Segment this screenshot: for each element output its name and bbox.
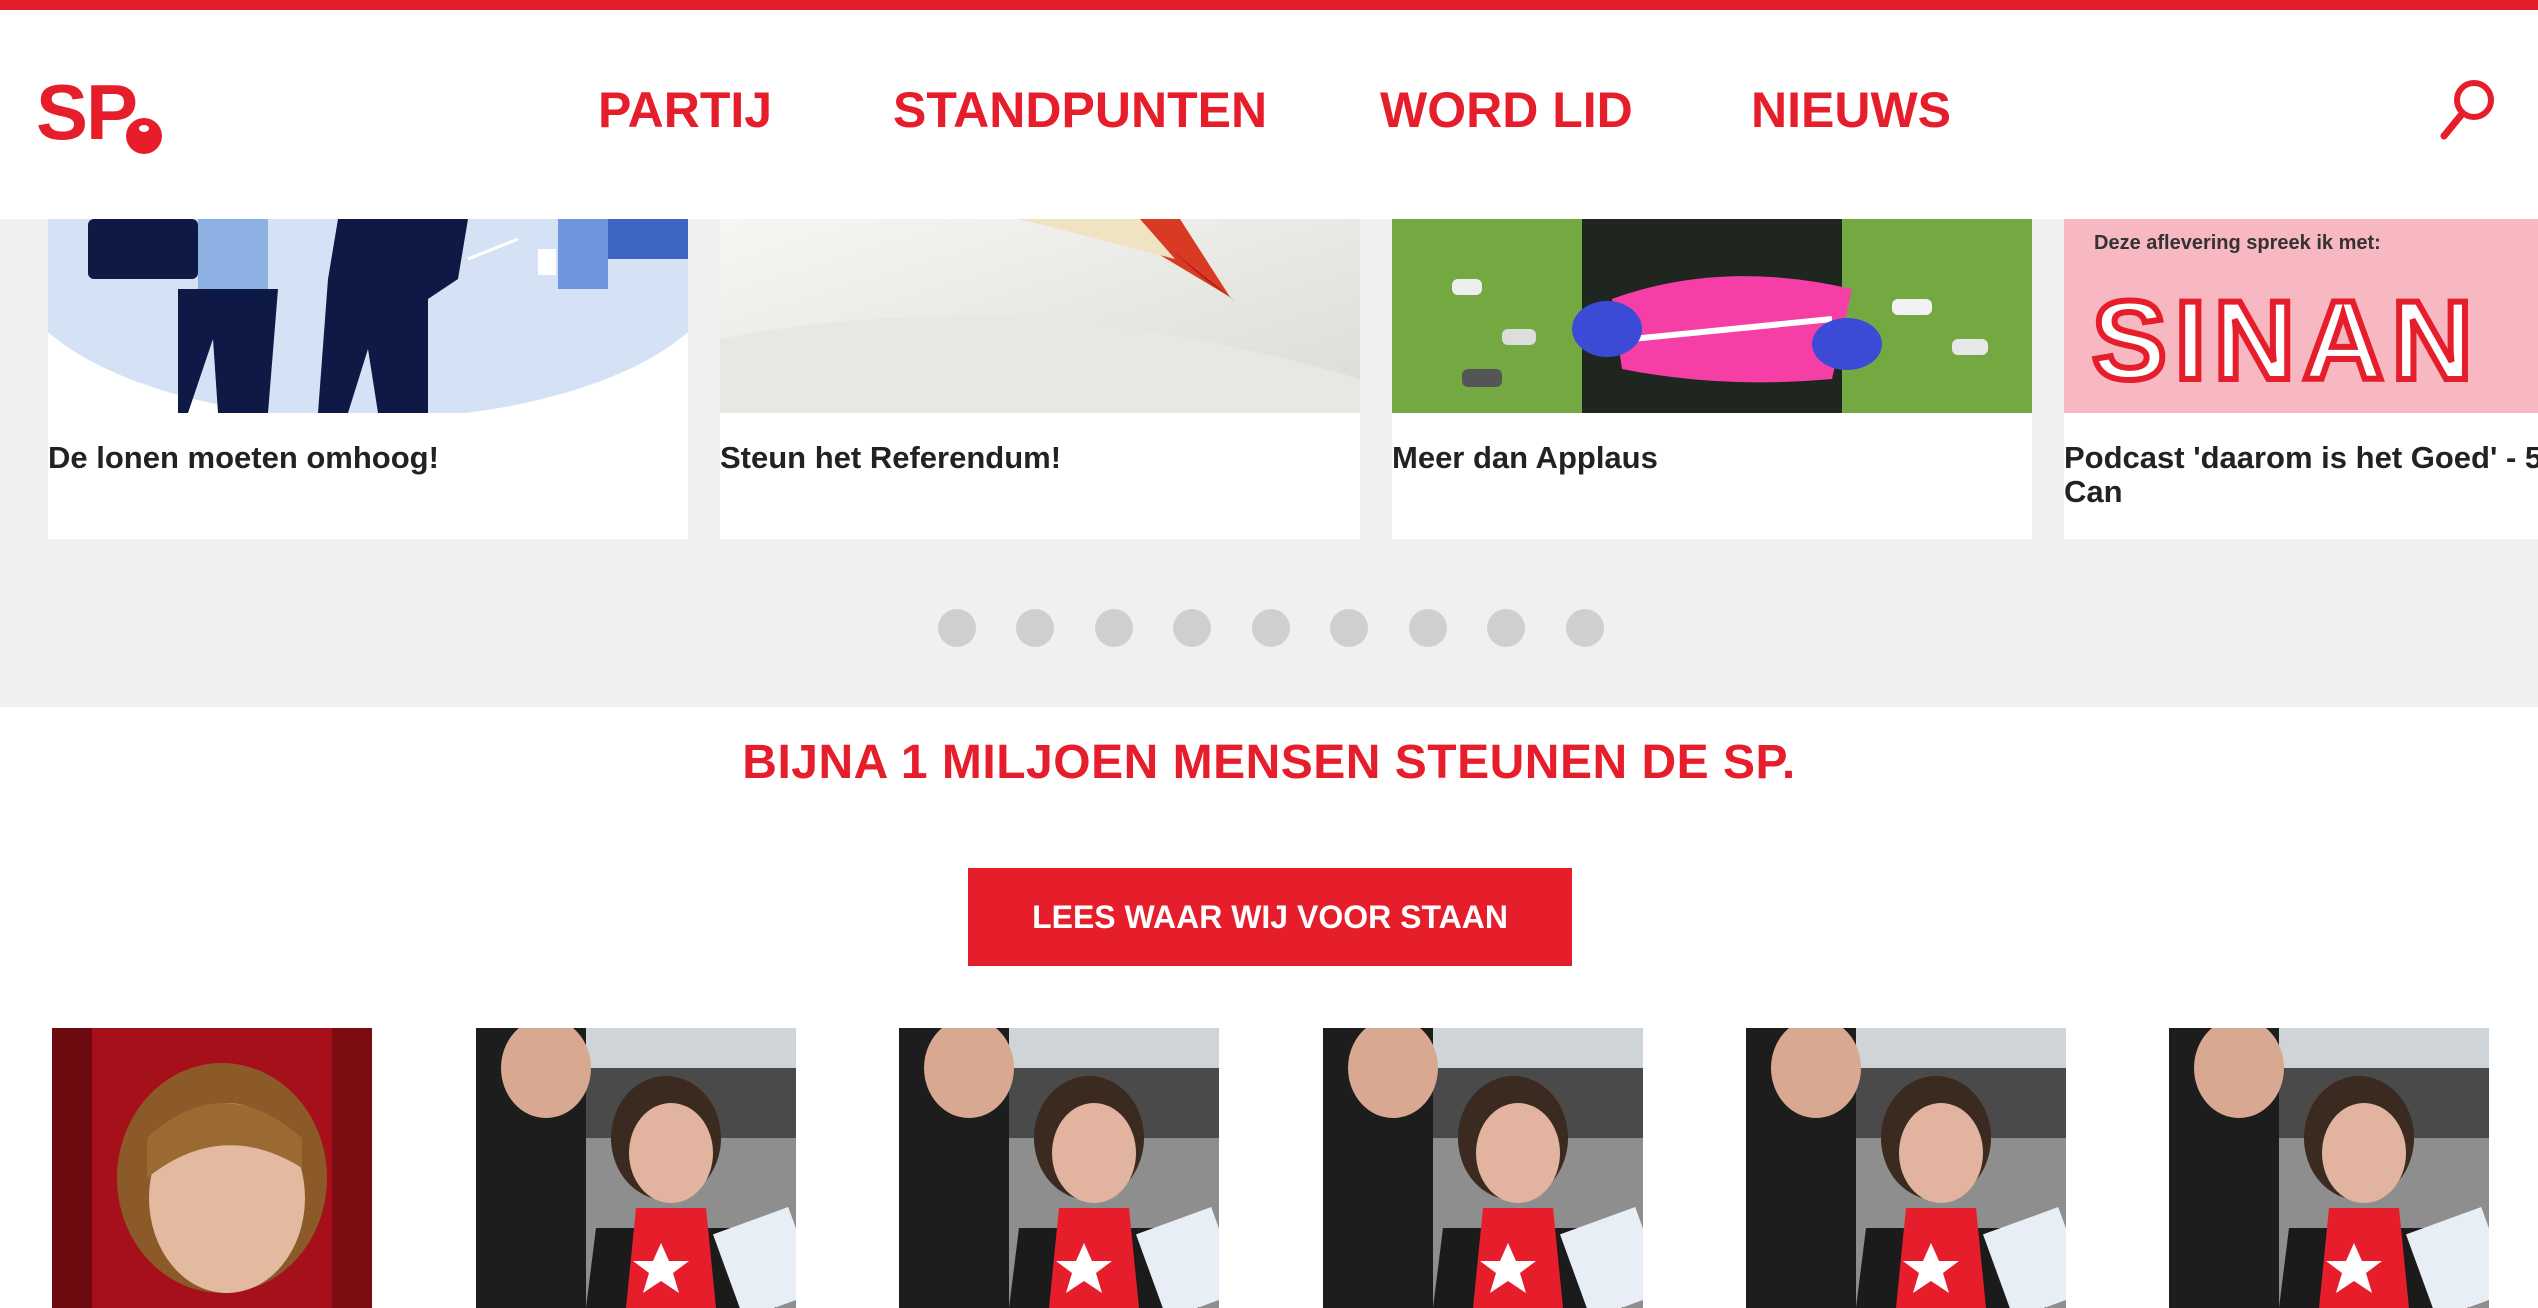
card-image-applaus — [1392, 219, 2032, 413]
person-photo-canvassers[interactable] — [1323, 1028, 1643, 1308]
card-title: Steun het Referendum! — [720, 440, 1062, 475]
carousel-dot[interactable] — [1487, 609, 1525, 647]
carousel-card-lonen[interactable]: De lonen moeten omhoog! — [48, 219, 688, 539]
nav-item-word-lid[interactable]: WORD LID — [1380, 80, 1633, 140]
carousel-card-applaus[interactable]: Meer dan Applaus — [1392, 219, 2032, 539]
news-carousel: De lonen moeten omhoog! Steun het Refere… — [0, 219, 2538, 707]
top-accent-bar — [0, 0, 2538, 10]
read-positions-button[interactable]: LEES WAAR WIJ VOOR STAAN — [968, 868, 1572, 966]
card-title: De lonen moeten omhoog! — [48, 440, 439, 475]
carousel-dot[interactable] — [1252, 609, 1290, 647]
carousel-card-podcast[interactable]: Deze aflevering spreek ik met: SINAN Pod… — [2064, 219, 2538, 539]
carousel-dot[interactable] — [938, 609, 976, 647]
nav-item-nieuws[interactable]: NIEUWS — [1751, 80, 1951, 140]
svg-text:SINAN: SINAN — [2092, 278, 2480, 403]
nav-item-standpunten[interactable]: STANDPUNTEN — [893, 80, 1267, 140]
person-photo-canvassers[interactable] — [899, 1028, 1219, 1308]
card-image-lonen — [48, 219, 688, 413]
site-header: SP PARTIJ STANDPUNTEN WORD LID NIEUWS — [0, 10, 2538, 219]
person-photo-canvassers[interactable] — [2169, 1028, 2489, 1308]
nav-item-partij[interactable]: PARTIJ — [598, 80, 772, 140]
person-photo-woman[interactable] — [52, 1028, 372, 1308]
search-icon[interactable] — [2438, 76, 2498, 144]
support-headline: BIJNA 1 MILJOEN MENSEN STEUNEN DE SP. — [742, 736, 1796, 789]
carousel-dot[interactable] — [1173, 609, 1211, 647]
card-title: Podcast 'daarom is het Goed' - 5: Sinan … — [2064, 440, 2538, 509]
person-photo-canvassers[interactable] — [476, 1028, 796, 1308]
svg-text:Deze aflevering spreek ik met:: Deze aflevering spreek ik met: — [2094, 232, 2381, 254]
card-image-referendum — [720, 219, 1360, 413]
carousel-dot[interactable] — [1095, 609, 1133, 647]
carousel-dot[interactable] — [1566, 609, 1604, 647]
person-photo-canvassers[interactable] — [1746, 1028, 2066, 1308]
carousel-dot[interactable] — [1016, 609, 1054, 647]
carousel-dot[interactable] — [1409, 609, 1447, 647]
card-title: Meer dan Applaus — [1392, 440, 1658, 475]
carousel-pagination — [938, 609, 1638, 649]
carousel-card-referendum[interactable]: Steun het Referendum! — [720, 219, 1360, 539]
main-navigation: PARTIJ STANDPUNTEN WORD LID NIEUWS — [0, 10, 2538, 219]
card-image-podcast: Deze aflevering spreek ik met: SINAN — [2064, 219, 2538, 413]
carousel-dot[interactable] — [1330, 609, 1368, 647]
